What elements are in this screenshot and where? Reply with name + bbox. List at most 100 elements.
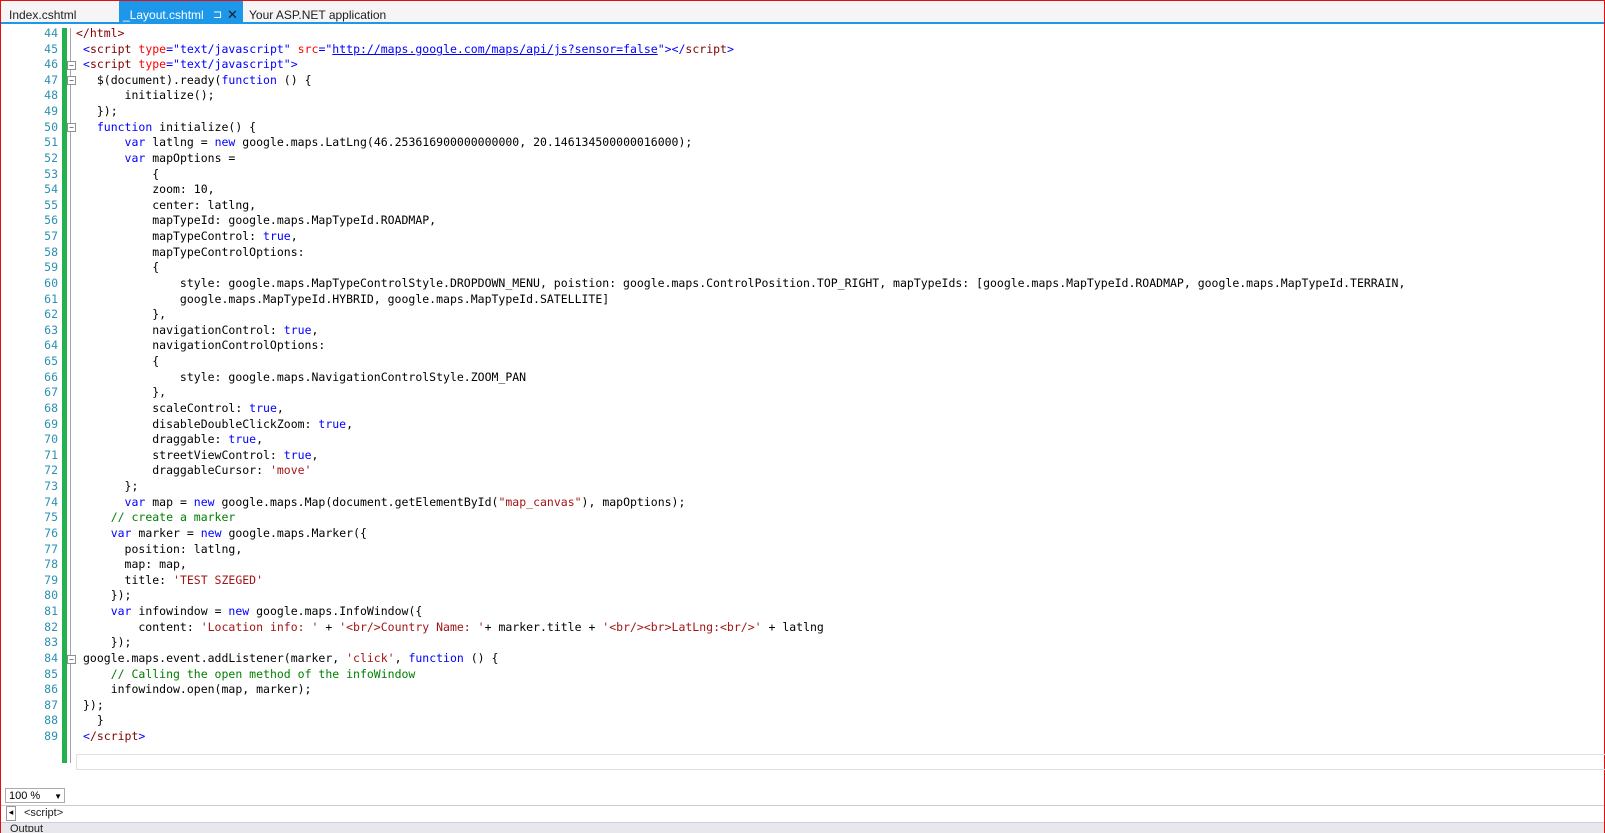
chevron-down-icon[interactable]: ▼: [54, 789, 62, 804]
line-number: 71: [44, 448, 58, 462]
line-number: 80: [44, 588, 58, 602]
code-line-81: var infowindow = new google.maps.InfoWin…: [110, 604, 423, 618]
line-number: 59: [44, 260, 58, 274]
code-line-51: var latlng = new google.maps.LatLng(46.2…: [124, 135, 693, 149]
code-line-85: // Calling the open method of the infoWi…: [110, 667, 416, 681]
code-line-46: <script type="text/javascript">: [83, 57, 298, 71]
code-editor[interactable]: 44 45 46 47 48 49 50 51 52 53 54 55 56 57 58 59 60 61 62 63…: [1, 24, 1605, 787]
code-line-49: });: [83, 104, 118, 118]
code-line-54: zoom: 10,: [83, 182, 215, 196]
code-line-67: },: [83, 385, 167, 399]
collapse-icon[interactable]: −: [67, 123, 76, 132]
line-number: 67: [44, 385, 58, 399]
code-line-78: map: map,: [83, 557, 187, 571]
maps-api-link[interactable]: http://maps.google.com/maps/api/js?senso…: [332, 42, 657, 56]
line-number: 76: [44, 526, 58, 540]
code-line-52: var mapOptions =: [124, 151, 236, 165]
code-line-83: });: [83, 635, 132, 649]
code-line-57: mapTypeControl: true,: [83, 229, 298, 243]
line-number: 84: [44, 651, 58, 665]
output-panel: [1, 822, 1604, 833]
line-number: 70: [44, 432, 58, 446]
code-line-59: {: [83, 260, 160, 274]
code-line-64: navigationControlOptions:: [83, 338, 326, 352]
code-line-79: title: 'TEST SZEGED': [83, 573, 264, 587]
line-number: 54: [44, 182, 58, 196]
current-line-highlight: [76, 754, 1605, 770]
line-number: 89: [44, 729, 58, 743]
code-line-61: google.maps.MapTypeId.HYBRID, google.map…: [83, 292, 610, 306]
code-line-53: {: [83, 167, 160, 181]
tab-index-cshtml[interactable]: Index.cshtml: [9, 1, 76, 24]
line-number: 78: [44, 557, 58, 571]
line-number: 47: [44, 73, 58, 87]
code-line-71: streetViewControl: true,: [83, 448, 319, 462]
code-line-86: infowindow.open(map, marker);: [83, 682, 312, 696]
code-line-56: mapTypeId: google.maps.MapTypeId.ROADMAP…: [83, 213, 437, 227]
collapse-icon[interactable]: −: [67, 61, 76, 70]
code-line-77: position: latlng,: [83, 542, 243, 556]
code-line-75: // create a marker: [110, 510, 236, 524]
code-line-50: function initialize() {: [96, 120, 257, 134]
code-line-62: },: [83, 307, 167, 321]
line-number: 55: [44, 198, 58, 212]
line-number: 64: [44, 338, 58, 352]
code-line-58: mapTypeControlOptions:: [83, 245, 305, 259]
line-number: 88: [44, 713, 58, 727]
code-line-82: content: 'Location info: ' + '<br/>Count…: [83, 620, 824, 634]
code-line-80: });: [83, 588, 132, 602]
code-line-84: google.maps.event.addListener(marker, 'c…: [83, 651, 499, 665]
tab-layout-cshtml[interactable]: _Layout.cshtml ⊐ ✕: [119, 1, 243, 24]
zoom-dropdown[interactable]: 100 % ▼: [5, 788, 65, 803]
line-number: 50: [44, 120, 58, 134]
line-number: 75: [44, 510, 58, 524]
line-number: 81: [44, 604, 58, 618]
line-number: 48: [44, 88, 58, 102]
line-number: 61: [44, 292, 58, 306]
change-tracking-bar: [62, 28, 67, 763]
code-line-45: <script type="text/javascript" src="http…: [83, 42, 734, 56]
document-tab-bar: Index.cshtml _Layout.cshtml ⊐ ✕ Your ASP…: [1, 1, 1604, 24]
code-line-88: }: [83, 713, 104, 727]
line-number: 85: [44, 667, 58, 681]
line-number: 87: [44, 698, 58, 712]
line-number: 45: [44, 42, 58, 56]
code-line-74: var map = new google.maps.Map(document.g…: [124, 495, 686, 509]
line-number: 69: [44, 417, 58, 431]
line-number: 82: [44, 620, 58, 634]
collapse-icon[interactable]: −: [67, 655, 76, 664]
line-number: 77: [44, 542, 58, 556]
code-line-89: </script>: [83, 729, 146, 743]
tab-asp-net-application[interactable]: Your ASP.NET application: [249, 1, 386, 24]
code-line-68: scaleControl: true,: [83, 401, 284, 415]
line-number: 86: [44, 682, 58, 696]
code-line-66: style: google.maps.NavigationControlStyl…: [83, 370, 527, 384]
code-line-65: {: [83, 354, 160, 368]
line-number: 65: [44, 354, 58, 368]
code-line-73: };: [83, 479, 139, 493]
line-number: 49: [44, 104, 58, 118]
element-path[interactable]: <script>: [24, 804, 63, 822]
collapse-icon[interactable]: −: [67, 76, 76, 85]
line-number: 73: [44, 479, 58, 493]
line-number: 83: [44, 635, 58, 649]
editor-status-row: [1, 787, 1604, 804]
code-line-76: var marker = new google.maps.Marker({: [110, 526, 367, 540]
code-line-72: draggableCursor: 'move': [83, 463, 312, 477]
code-line-69: disableDoubleClickZoom: true,: [83, 417, 354, 431]
code-line-87: });: [83, 698, 104, 712]
line-number: 63: [44, 323, 58, 337]
line-number: 79: [44, 573, 58, 587]
outline-margin: [70, 28, 71, 763]
navigation-bar: [1, 805, 1604, 823]
code-line-47: $(document).ready(function () {: [83, 73, 312, 87]
line-number: 57: [44, 229, 58, 243]
line-number: 53: [44, 167, 58, 181]
output-panel-title[interactable]: Output: [10, 822, 43, 832]
line-number: 52: [44, 151, 58, 165]
code-line-55: center: latlng,: [83, 198, 257, 212]
code-line-70: draggable: true,: [83, 432, 264, 446]
line-number: 62: [44, 307, 58, 321]
scroll-left-icon[interactable]: ◂: [6, 806, 16, 821]
line-number: 60: [44, 276, 58, 290]
